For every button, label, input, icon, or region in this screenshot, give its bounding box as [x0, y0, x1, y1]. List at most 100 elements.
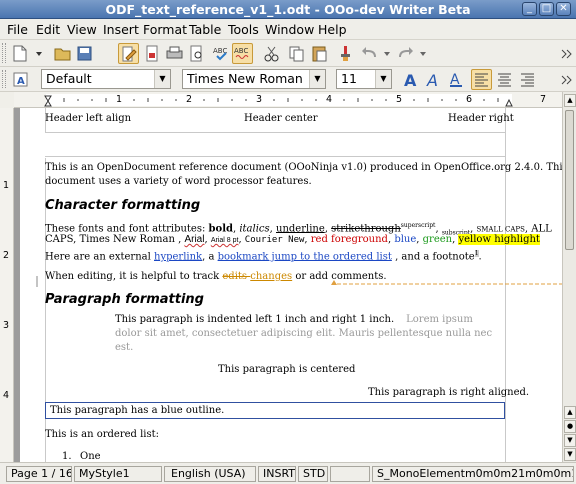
text: Here are an external	[45, 251, 154, 263]
scroll-down-icon[interactable]: ▼	[564, 434, 576, 447]
page-preview-icon[interactable]	[187, 44, 206, 63]
chevron-down-icon[interactable]: ▼	[375, 70, 391, 88]
toolbar-overflow-icon[interactable]	[556, 44, 575, 63]
edit-file-icon[interactable]	[118, 43, 139, 64]
align-left-icon[interactable]	[471, 69, 492, 90]
paste-icon[interactable]	[310, 44, 329, 63]
selection-mode[interactable]: STD	[298, 466, 328, 482]
ruler-number: 4	[3, 390, 10, 401]
vertical-ruler[interactable]: 1 2 3 4	[0, 108, 14, 462]
hyperlink[interactable]: hyperlink	[154, 251, 202, 262]
redo-icon[interactable]	[396, 44, 415, 63]
centered-paragraph: This paragraph is centered	[218, 364, 356, 375]
paragraph-style-select[interactable]: Default ▼	[41, 69, 171, 89]
document-area[interactable]: Header left align Header center Header r…	[14, 108, 562, 462]
char-line-2: CAPS, Times New Roman , Arial, Arial 8 p…	[45, 234, 540, 245]
heading-character-formatting: Character formatting	[45, 198, 201, 213]
menu-format[interactable]: Format	[143, 22, 187, 37]
styles-formatting-icon[interactable]: A	[11, 70, 30, 89]
right-aligned-paragraph: This paragraph is right aligned.	[368, 387, 530, 398]
toolbar-grip[interactable]	[2, 43, 6, 63]
ruler-number: 5	[396, 94, 403, 105]
toolbar-overflow-icon[interactable]	[556, 70, 575, 89]
arial-text: Arial	[184, 234, 205, 245]
close-button[interactable]: ✕	[556, 2, 571, 16]
formatting-toolbar: A Default ▼ Times New Roman ▼ 11 ▼ A A A	[0, 67, 576, 92]
status-bar: Page 1 / 16 MyStyle1 English (USA) INSRT…	[0, 462, 576, 484]
italic-icon[interactable]: A	[424, 70, 443, 89]
paragraph-style-value: Default	[46, 71, 92, 86]
italic-text: italics	[239, 223, 270, 235]
bookmark-link[interactable]: bookmark jump to the ordered list	[218, 251, 392, 262]
new-document-icon[interactable]	[10, 44, 29, 63]
document-modified-indicator	[330, 466, 370, 482]
change-markers	[36, 276, 562, 287]
auto-spellcheck-icon[interactable]: ABC	[232, 43, 253, 64]
superscript-text: superscript	[400, 222, 436, 229]
ruler-number: 3	[256, 94, 263, 105]
menu-table[interactable]: Table	[189, 22, 221, 37]
text: , and a footnote	[391, 251, 475, 263]
green-text: green	[422, 234, 453, 245]
dropdown-arrow-icon[interactable]	[30, 44, 49, 63]
scroll-down-icon[interactable]: ▼	[564, 448, 576, 461]
tnr-text: Times New Roman	[79, 234, 175, 245]
minimize-button[interactable]: _	[522, 2, 537, 16]
smallcaps-text: SMALL CAPS	[476, 225, 525, 234]
format-paintbrush-icon[interactable]	[335, 44, 354, 63]
highlight-text: yellow highlight	[458, 234, 540, 245]
redo-dropdown-icon[interactable]	[416, 44, 435, 63]
menu-window[interactable]: Window	[265, 22, 314, 37]
underline-icon[interactable]: A	[447, 70, 466, 89]
title-bar: ODF_text_reference_v1_1.odt - OOo-dev Wr…	[0, 0, 576, 19]
ruler-number: 2	[3, 250, 10, 261]
svg-text:A: A	[426, 71, 438, 89]
save-icon[interactable]	[75, 44, 94, 63]
spellcheck-icon[interactable]: ABC	[212, 44, 231, 63]
page-indicator[interactable]: Page 1 / 16	[6, 466, 72, 482]
chevron-down-icon[interactable]: ▼	[309, 70, 325, 88]
open-folder-icon[interactable]	[53, 44, 72, 63]
chevron-down-icon[interactable]: ▼	[154, 70, 170, 88]
toolbar-grip[interactable]	[2, 70, 6, 88]
navigator-icon[interactable]: ●	[564, 420, 576, 433]
document-page[interactable]: Header left align Header center Header r…	[20, 108, 562, 462]
text: , a	[202, 251, 218, 263]
page-style[interactable]: MyStyle1	[74, 466, 162, 482]
lorem-text: Lorem ipsum	[406, 314, 473, 325]
menu-edit[interactable]: Edit	[36, 22, 60, 37]
menu-insert[interactable]: Insert	[103, 22, 139, 37]
courier-text: Courier New	[244, 235, 305, 245]
language-status[interactable]: English (USA)	[164, 466, 256, 482]
ruler-number: 1	[3, 180, 10, 191]
menu-tools[interactable]: Tools	[228, 22, 259, 37]
insert-mode[interactable]: INSRT	[258, 466, 296, 482]
allcaps-text: ALL	[531, 223, 552, 235]
export-pdf-icon[interactable]	[143, 44, 162, 63]
indented-paragraph: This paragraph is indented left 1 inch a…	[115, 314, 473, 326]
bold-icon[interactable]: A	[401, 70, 420, 89]
undo-icon[interactable]	[360, 44, 379, 63]
horizontal-ruler[interactable]: 1 2 3 4 5 6 7	[14, 92, 562, 108]
align-right-icon[interactable]	[518, 70, 537, 89]
red-text: red foreground	[310, 234, 388, 245]
print-icon[interactable]	[165, 44, 184, 63]
align-center-icon[interactable]	[495, 70, 514, 89]
bold-text: bold	[208, 223, 233, 235]
cut-icon[interactable]	[262, 44, 281, 63]
ruler-number: 6	[466, 94, 473, 105]
font-size-select[interactable]: 11 ▼	[336, 69, 392, 89]
menu-help[interactable]: Help	[318, 22, 347, 37]
copy-icon[interactable]	[287, 44, 306, 63]
intro-line: This is an OpenDocument reference docume…	[45, 162, 562, 173]
font-name-select[interactable]: Times New Roman ▼	[182, 69, 326, 89]
scroll-up-icon[interactable]: ▲	[564, 94, 576, 107]
menu-file[interactable]: File	[7, 22, 28, 37]
element-status: S_MonoElementm0m0m21m0m0m17m	[372, 466, 574, 482]
vertical-scrollbar[interactable]: ▲ ▲ ● ▼ ▼	[562, 92, 576, 462]
header-left: Header left align	[45, 113, 132, 124]
scroll-up-icon[interactable]: ▲	[564, 406, 576, 419]
maximize-button[interactable]: □	[539, 2, 554, 16]
scroll-thumb[interactable]	[565, 110, 574, 250]
menu-view[interactable]: View	[67, 22, 97, 37]
